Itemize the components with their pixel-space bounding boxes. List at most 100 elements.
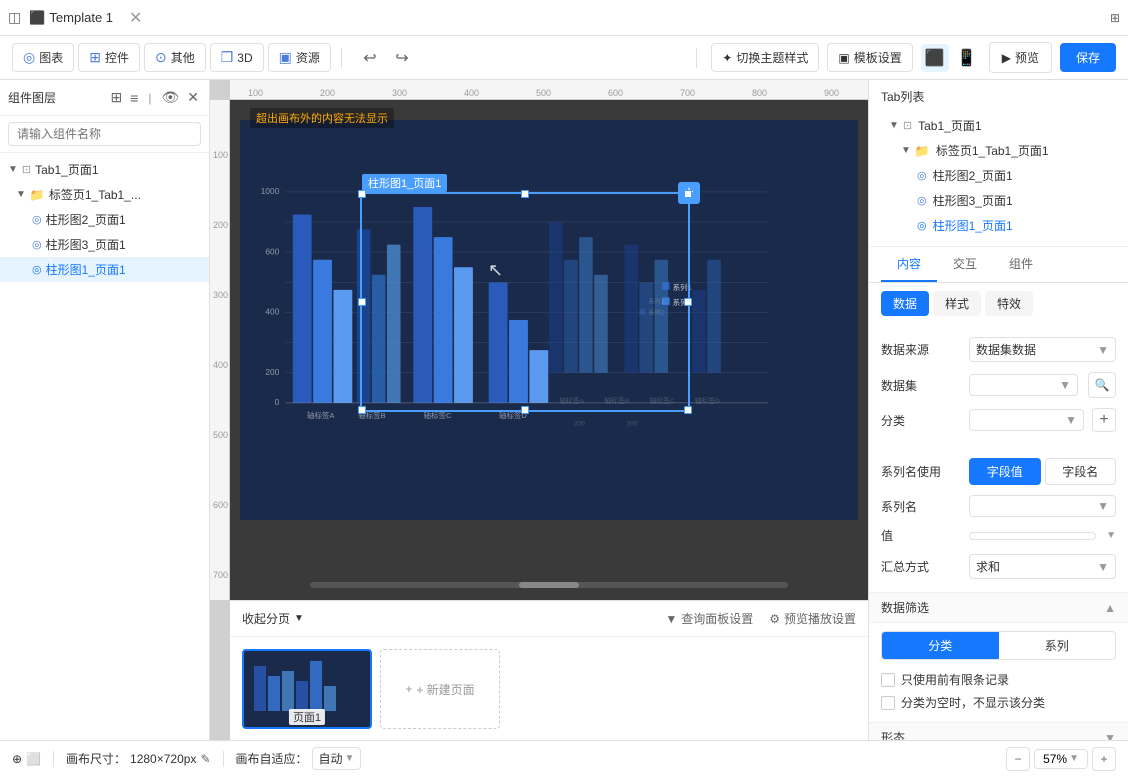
canvas-edit-icon[interactable]: ✎ [200, 752, 210, 766]
subtab-style[interactable]: 样式 [933, 291, 981, 316]
canvas-icon[interactable]: ⬜ [26, 752, 41, 766]
right-tree-chart1[interactable]: ◎ 柱形图1_页面1 [881, 213, 1116, 238]
settings-icon: ⚙ [769, 612, 780, 626]
threed-button[interactable]: ❒ 3D [210, 43, 264, 72]
dataset-search-button[interactable]: 🔍 [1088, 372, 1116, 398]
desktop-icon[interactable]: ⬛ [921, 44, 949, 72]
preview-button[interactable]: ▶ 预览 [989, 42, 1052, 73]
layer-item-chart2[interactable]: ◎ 柱形图2_页面1 [0, 207, 209, 232]
subtab-special[interactable]: 特效 [985, 291, 1033, 316]
canvas-wrapper: 超出画布外的内容无法显示 1000 600 400 [230, 100, 868, 600]
filter-tab-classify[interactable]: 分类 [882, 632, 999, 659]
series-use-label: 系列名使用 [881, 463, 961, 480]
layer-grid-icon[interactable]: ⊞ [108, 87, 124, 108]
aggregate-select[interactable]: 求和 ▼ [969, 554, 1116, 579]
pages-area: 收起分页 ▼ ▼ 查询面板设置 ⚙ 预览播放设置 [230, 600, 868, 740]
checkbox-hide-empty: 分类为空时，不显示该分类 [881, 691, 1116, 714]
collapse-chevron-icon: ▼ [294, 613, 304, 624]
threed-icon: ❒ [221, 49, 234, 66]
chart-icon: ◎ [23, 49, 35, 66]
series-name-select[interactable]: ▼ [969, 495, 1116, 517]
series-field-name-button[interactable]: 字段名 [1045, 458, 1117, 485]
datasource-select[interactable]: 数据集数据 ▼ [969, 337, 1116, 362]
value-input[interactable] [969, 532, 1096, 540]
right-chart1-icon: ◎ [917, 219, 927, 232]
toolbar: ◎ 图表 ⊞ 控件 ⊙ 其他 ❒ 3D ▣ 资源 ↩ ↪ ✦ 切换主题样式 ▣ … [0, 36, 1128, 80]
redo-button[interactable]: ↪ [388, 44, 416, 72]
ruler-mark-400: 400 [464, 88, 479, 98]
hide-empty-label: 分类为空时，不显示该分类 [901, 694, 1045, 711]
template-settings-button[interactable]: ▣ 模板设置 [827, 43, 912, 72]
tab-content[interactable]: 内容 [881, 247, 937, 282]
tab-component[interactable]: 组件 [993, 247, 1049, 282]
dataset-label: 数据集 [881, 377, 961, 394]
layer-item-folder[interactable]: ▼ 📁 标签页1_Tab1_... [0, 182, 209, 207]
resource-button[interactable]: ▣ 资源 [268, 43, 331, 72]
canvas-size-label: 画布尺寸： [66, 750, 126, 767]
zoom-select[interactable]: 57% ▼ [1034, 749, 1088, 769]
layer-search-input[interactable] [8, 122, 201, 146]
right-tree-folder[interactable]: ▼ 📁 标签页1_Tab1_页面1 [881, 138, 1116, 163]
page-thumb-1[interactable]: 页面1 [242, 649, 372, 729]
toolbar-separator-1 [341, 48, 342, 68]
auto-fit-select[interactable]: 自动 ▼ [312, 747, 362, 770]
filter-tab-group: 分类 系列 [881, 631, 1116, 660]
series-name-label: 系列名 [881, 498, 961, 515]
zoom-in-button[interactable]: + [1092, 747, 1116, 771]
right-tree-chart2[interactable]: ◎ 柱形图2_页面1 [881, 163, 1116, 188]
classify-chevron-icon: ▼ [1065, 413, 1077, 427]
ruler-top: 100 200 300 400 500 600 700 800 900 1000… [230, 80, 868, 100]
layer-list-icon[interactable]: ≡ [128, 88, 140, 108]
query-panel-link[interactable]: ▼ 查询面板设置 [665, 610, 753, 627]
series-field-value-button[interactable]: 字段值 [969, 458, 1041, 485]
subtab-data[interactable]: 数据 [881, 291, 929, 316]
series-btn-group: 字段值 字段名 [969, 458, 1116, 485]
limited-records-checkbox[interactable] [881, 673, 895, 687]
layers-icon[interactable]: ⊕ [12, 752, 22, 766]
right-panel: Tab列表 ▼ ⊡ Tab1_页面1 ▼ 📁 标签页1_Tab1_页面1 ◎ 柱… [868, 80, 1128, 740]
filter-icon: ▼ [665, 612, 677, 626]
hide-empty-checkbox[interactable] [881, 696, 895, 710]
zoom-out-button[interactable]: − [1006, 747, 1030, 771]
scrollbar-thumb[interactable] [519, 582, 579, 588]
filter-section-header[interactable]: 数据筛选 ▲ [869, 592, 1128, 623]
shape-section-header[interactable]: 形态 ▼ [869, 722, 1128, 740]
filter-tab-series[interactable]: 系列 [999, 632, 1116, 659]
right-folder-icon: 📁 [915, 144, 930, 158]
mobile-icon[interactable]: 📱 [953, 44, 981, 72]
ruler-v-300: 300 [213, 290, 228, 300]
plus-icon: + [405, 682, 412, 696]
right-tree-chart3[interactable]: ◎ 柱形图3_页面1 [881, 188, 1116, 213]
right-tree-tab1[interactable]: ▼ ⊡ Tab1_页面1 [881, 113, 1116, 138]
visibility-toggle-icon[interactable]: 👁 [159, 87, 181, 108]
save-button[interactable]: 保存 [1060, 43, 1116, 72]
chart1-item-icon: ◎ [32, 263, 42, 276]
undo-button[interactable]: ↩ [356, 44, 384, 72]
series-name-chevron-icon: ▼ [1097, 499, 1109, 513]
dataset-select[interactable]: ▼ [969, 374, 1078, 396]
tab-interaction[interactable]: 交互 [937, 247, 993, 282]
collapse-pages-button[interactable]: 收起分页 ▼ [242, 610, 304, 627]
theme-switch-button[interactable]: ✦ 切换主题样式 [711, 43, 819, 72]
auto-fit-chevron-icon: ▼ [345, 753, 355, 764]
layer-item-chart3[interactable]: ◎ 柱形图3_页面1 [0, 232, 209, 257]
layer-item-tab1[interactable]: ▼ ⊡ Tab1_页面1 [0, 157, 209, 182]
main-container: 组件图层 ⊞ ≡ | 👁 ✕ ▼ ⊡ Tab1_页面1 ▼ 📁 标签 [0, 80, 1128, 740]
layer-item-chart1[interactable]: ◎ 柱形图1_页面1 [0, 257, 209, 282]
other-button[interactable]: ⊙ 其他 [144, 43, 206, 72]
preview-settings-link[interactable]: ⚙ 预览播放设置 [769, 610, 856, 627]
tab-close-button[interactable]: ✕ [125, 8, 146, 28]
control-icon: ⊞ [89, 49, 101, 66]
ruler-top-inner: 100 200 300 400 500 600 700 800 900 1000… [230, 80, 868, 99]
layer-close-icon[interactable]: ✕ [185, 87, 201, 108]
folder-icon: 📁 [30, 188, 45, 202]
main-canvas[interactable]: 1000 600 400 200 0 轴标签A [240, 120, 858, 520]
chart-button[interactable]: ◎ 图表 [12, 43, 74, 72]
classify-select[interactable]: ▼ [969, 409, 1084, 431]
ruler-mark-700: 700 [680, 88, 695, 98]
canvas-horizontal-scrollbar[interactable] [310, 582, 788, 588]
dataset-row: 数据集 ▼ 🔍 [881, 367, 1116, 403]
classify-add-button[interactable]: + [1092, 408, 1116, 432]
new-page-button[interactable]: + + 新建页面 [380, 649, 500, 729]
control-button[interactable]: ⊞ 控件 [78, 43, 140, 72]
